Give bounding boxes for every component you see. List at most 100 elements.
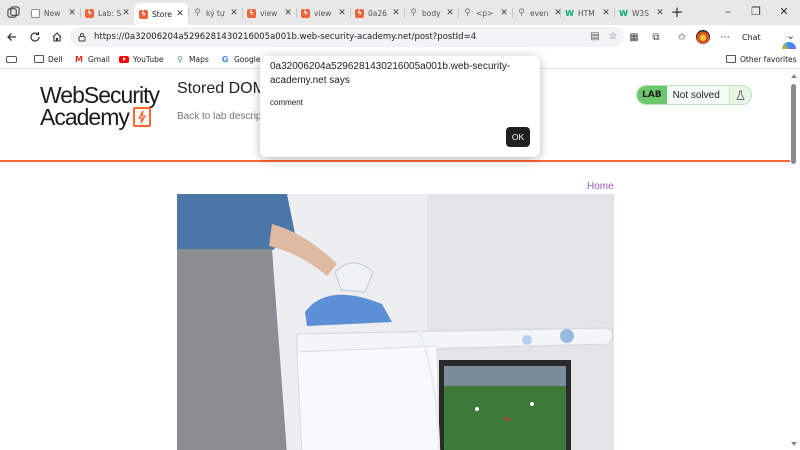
new-tab-button[interactable]: + (668, 4, 686, 21)
tab-5[interactable]: ϟ view ✕ (296, 3, 350, 23)
reader-mode-icon[interactable]: ▤ (588, 29, 602, 43)
tab-2-active[interactable]: ϟ Store ✕ (134, 3, 188, 25)
extensions-icon[interactable]: ⧉ (649, 30, 663, 44)
url-text[interactable]: https://0a32006204a5296281430216005a001b… (94, 32, 476, 42)
close-icon[interactable]: ✕ (121, 8, 131, 18)
tab-title: Lab: S (98, 8, 121, 18)
back-to-lab-link[interactable]: Back to lab descrip (177, 111, 262, 122)
portswigger-icon: ϟ (247, 8, 256, 18)
page-scrollbar[interactable] (790, 72, 798, 448)
search-icon: ⚲ (410, 8, 417, 18)
favorite-youtube[interactable]: YouTube (119, 52, 164, 66)
w3schools-icon: W (619, 8, 628, 18)
site-info-icon[interactable] (76, 31, 88, 43)
tab-title: even (530, 8, 549, 18)
close-icon[interactable]: ✕ (391, 8, 401, 18)
tab-title: HTM (578, 8, 595, 18)
browser-toolbar: https://0a32006204a5296281430216005a001b… (0, 25, 800, 56)
ok-button[interactable]: OK (506, 127, 530, 147)
tab-10[interactable]: W HTM ✕ (560, 3, 614, 23)
favorite-google[interactable]: G Google (220, 52, 261, 66)
scroll-down-arrow-icon[interactable] (791, 442, 797, 446)
close-icon[interactable]: ✕ (499, 8, 509, 18)
favorite-label: Gmail (88, 54, 110, 64)
tab-title: ký tự (206, 8, 225, 18)
chevron-down-icon[interactable]: ⌄ (786, 29, 795, 42)
home-icon[interactable] (49, 29, 65, 45)
lab-status-widget: LAB Not solved (636, 85, 752, 105)
close-window-icon[interactable]: ✕ (771, 4, 797, 21)
workspaces-icon[interactable] (4, 4, 22, 21)
favorite-maps[interactable]: ⚲ Maps (175, 52, 209, 66)
refresh-icon[interactable] (27, 29, 43, 45)
search-icon: ⚲ (464, 8, 471, 18)
tab-title: 0a26 (368, 8, 387, 18)
tab-11[interactable]: W W3S ✕ (614, 3, 668, 23)
tab-title: Store (152, 9, 172, 19)
tab-title: view (314, 8, 332, 18)
tab-4[interactable]: ϟ view ✕ (242, 3, 296, 23)
logo-line2: Academy (40, 104, 130, 130)
restore-icon[interactable]: ❐ (743, 4, 769, 21)
search-icon: ⚲ (194, 8, 201, 18)
favorite-star-icon[interactable]: ☆ (606, 29, 620, 43)
tab-6[interactable]: ϟ 0a26 ✕ (350, 3, 404, 23)
other-favorites[interactable]: Other favorites (726, 52, 797, 66)
alert-dialog: 0a32006204a5296281430216005a001b.web-sec… (260, 56, 540, 157)
google-icon: G (221, 54, 229, 64)
profile-avatar[interactable] (696, 30, 710, 44)
back-icon[interactable] (4, 29, 20, 45)
tab-8[interactable]: ⚲ <p> ✕ (458, 3, 512, 23)
other-favorites-label: Other favorites (740, 54, 797, 64)
dialog-origin: 0a32006204a5296281430216005a001b.web-sec… (270, 61, 511, 86)
close-icon[interactable]: ✕ (229, 8, 239, 18)
tab-7[interactable]: ⚲ body ✕ (404, 3, 458, 23)
web-security-academy-logo[interactable]: WebSecurity Academy (40, 84, 166, 130)
favorites-icon[interactable]: ✩ (675, 30, 689, 44)
tab-9[interactable]: ⚲ even ✕ (512, 3, 566, 23)
tab-1[interactable]: ϟ Lab: S ✕ (80, 3, 134, 23)
new-tab-page-icon (31, 8, 40, 18)
tab-title: New (44, 8, 61, 18)
qr-code-icon[interactable]: ▦ (627, 30, 641, 44)
tab-title: <p> (476, 8, 494, 18)
copilot-chat-button[interactable]: Chat (742, 28, 796, 56)
close-icon[interactable]: ✕ (283, 8, 293, 18)
close-icon[interactable]: ✕ (175, 9, 185, 19)
folder-icon (726, 55, 736, 63)
copilot-label: Chat (742, 32, 761, 42)
lab-title: Stored DOM (177, 80, 266, 97)
favorite-label: Dell (48, 54, 63, 64)
lightning-icon (132, 107, 151, 127)
favorite-label: Maps (189, 54, 209, 64)
maps-icon: ⚲ (177, 54, 183, 64)
collections-icon[interactable] (6, 52, 17, 66)
home-link[interactable]: Home (587, 181, 614, 192)
tab-title: view (260, 8, 278, 18)
logo-line1: WebSecurity (40, 82, 160, 108)
favorite-label: Google (234, 54, 261, 64)
favorite-gmail[interactable]: M Gmail (74, 52, 110, 66)
scroll-up-arrow-icon[interactable] (791, 74, 797, 78)
tab-3[interactable]: ⚲ ký tự ✕ (188, 3, 242, 23)
close-icon[interactable]: ✕ (67, 8, 77, 18)
tab-title: body (422, 8, 441, 18)
flask-icon (729, 86, 751, 104)
tab-0[interactable]: New ✕ (26, 3, 80, 23)
portswigger-icon: ϟ (139, 9, 148, 19)
portswigger-icon: ϟ (85, 8, 94, 18)
minimize-icon[interactable]: – (715, 4, 741, 21)
menu-more-icon[interactable]: ⋯ (718, 30, 732, 44)
lab-badge: LAB (637, 86, 667, 104)
close-icon[interactable]: ✕ (337, 8, 347, 18)
address-bar[interactable]: https://0a32006204a5296281430216005a001b… (70, 27, 624, 47)
portswigger-icon: ϟ (301, 8, 310, 18)
close-icon[interactable]: ✕ (601, 8, 611, 18)
scroll-thumb[interactable] (791, 84, 796, 164)
close-icon[interactable]: ✕ (655, 8, 665, 18)
close-icon[interactable]: ✕ (445, 8, 455, 18)
favorite-dell[interactable]: Dell (34, 52, 63, 66)
dialog-message: comment (270, 98, 303, 107)
w3schools-icon: W (565, 8, 574, 18)
tab-title: W3S (632, 8, 649, 18)
